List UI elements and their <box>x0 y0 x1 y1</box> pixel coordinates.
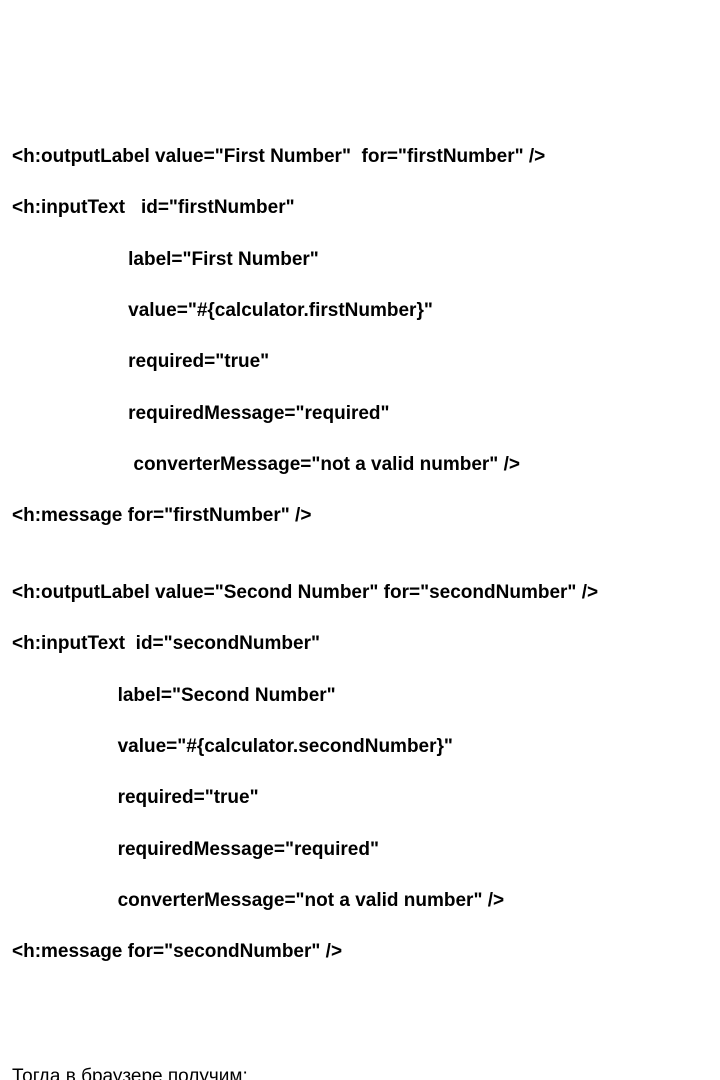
code-line: required="true" <box>12 349 708 375</box>
code-line: <h:outputLabel value="Second Number" for… <box>12 580 708 606</box>
code-line: <h:inputText id="secondNumber" <box>12 631 708 657</box>
code-line: requiredMessage="required" <box>12 837 708 863</box>
code-line: <h:outputLabel value="First Number" for=… <box>12 144 708 170</box>
code-line: <h:inputText id="firstNumber" <box>12 195 708 221</box>
code-line: <h:message for="secondNumber" /> <box>12 939 708 965</box>
code-line: label="Second Number" <box>12 683 708 709</box>
code-block: <h:outputLabel value="First Number" for=… <box>12 119 708 991</box>
code-line: converterMessage="not a valid number" /> <box>12 888 708 914</box>
code-line: <h:message for="firstNumber" /> <box>12 503 708 529</box>
code-line: label="First Number" <box>12 247 708 273</box>
code-line: value="#{calculator.firstNumber}" <box>12 298 708 324</box>
footer-text: Тогда в браузере получим: <box>12 1064 708 1080</box>
code-line: converterMessage="not a valid number" /> <box>12 452 708 478</box>
code-line: required="true" <box>12 785 708 811</box>
code-line: value="#{calculator.secondNumber}" <box>12 734 708 760</box>
code-line: requiredMessage="required" <box>12 401 708 427</box>
